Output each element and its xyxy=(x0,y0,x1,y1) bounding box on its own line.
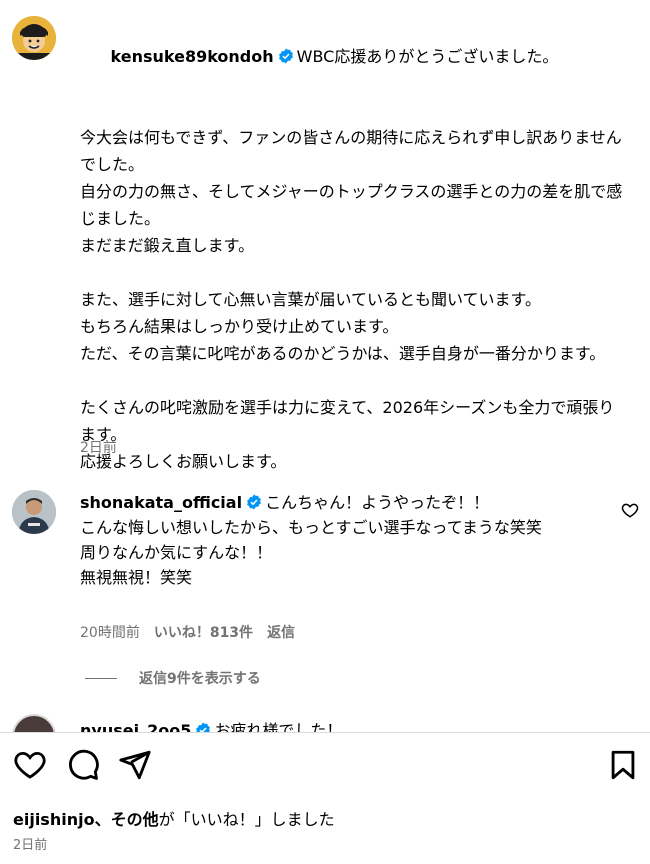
liked-by-others-link[interactable]: その他 xyxy=(111,810,159,829)
view-replies-label: 返信9件を表示する xyxy=(139,671,261,687)
post-date: 2日前 xyxy=(13,838,48,853)
liked-by-suffix: が「いいね！」しました xyxy=(158,810,335,829)
commenter-avatar[interactable] xyxy=(12,490,56,534)
send-icon[interactable] xyxy=(118,748,152,782)
reply-button[interactable]: 返信 xyxy=(267,622,295,642)
comment-like-count[interactable]: いいね！813件 xyxy=(154,622,253,642)
comment-meta: 20時間前 いいね！813件 返信 xyxy=(80,622,295,642)
replies-divider-line xyxy=(85,677,117,679)
comment-like-heart-icon[interactable] xyxy=(621,501,639,519)
caption-paragraph-3: たくさんの叱咤激励を選手は力に変えて、2026年シーズンも全力で頑張ります。 応… xyxy=(80,398,615,471)
liked-by-username[interactable]: eijishinjo xyxy=(13,810,95,829)
post-timestamp[interactable]: 2日前 xyxy=(80,437,117,457)
next-commenter-avatar[interactable] xyxy=(12,714,56,732)
post-author-avatar[interactable] xyxy=(12,16,56,60)
verified-badge-icon xyxy=(278,48,293,64)
comment-timestamp[interactable]: 20時間前 xyxy=(80,622,140,642)
next-comment: nyusei_2oo5 お疲れ様でした！ xyxy=(80,718,342,732)
comment-icon[interactable] xyxy=(66,748,100,782)
post-caption: kensuke89kondoh WBC応援ありがとうございました。 今大会は何もで… xyxy=(80,16,625,475)
heart-icon[interactable] xyxy=(13,748,47,782)
comment: shonakata_official こんちゃん！ようやったぞ！！ こんな悔しい想… xyxy=(80,490,590,590)
post-action-bar xyxy=(0,748,650,788)
caption-paragraph-2: また、選手に対して心無い言葉が届いているとも聞いています。 もちろん結果はしっか… xyxy=(80,290,606,363)
verified-badge-icon xyxy=(196,722,211,732)
actions-divider xyxy=(0,732,650,733)
post-author-username[interactable]: kensuke89kondoh xyxy=(111,47,274,66)
next-commenter-username[interactable]: nyusei_2oo5 xyxy=(80,721,191,732)
liked-by-summary: eijishinjo、その他が「いいね！」しました xyxy=(13,806,335,830)
comments-panel[interactable]: kensuke89kondoh WBC応援ありがとうございました。 今大会は何もで… xyxy=(0,0,650,732)
commenter-username[interactable]: shonakata_official xyxy=(80,493,242,512)
bookmark-icon[interactable] xyxy=(606,748,640,782)
liked-by-separator: 、 xyxy=(94,810,111,829)
post-caption-first-line: WBC応援ありがとうございました。 xyxy=(296,47,559,66)
verified-badge-icon xyxy=(247,494,261,510)
view-replies-button[interactable]: 返信9件を表示する xyxy=(85,668,261,688)
next-comment-text: お疲れ様でした！ xyxy=(214,721,343,732)
caption-paragraph-1: 今大会は何もできず、ファンの皆さんの期待に応えられず申し訳ありませんでした。 自… xyxy=(80,128,623,255)
